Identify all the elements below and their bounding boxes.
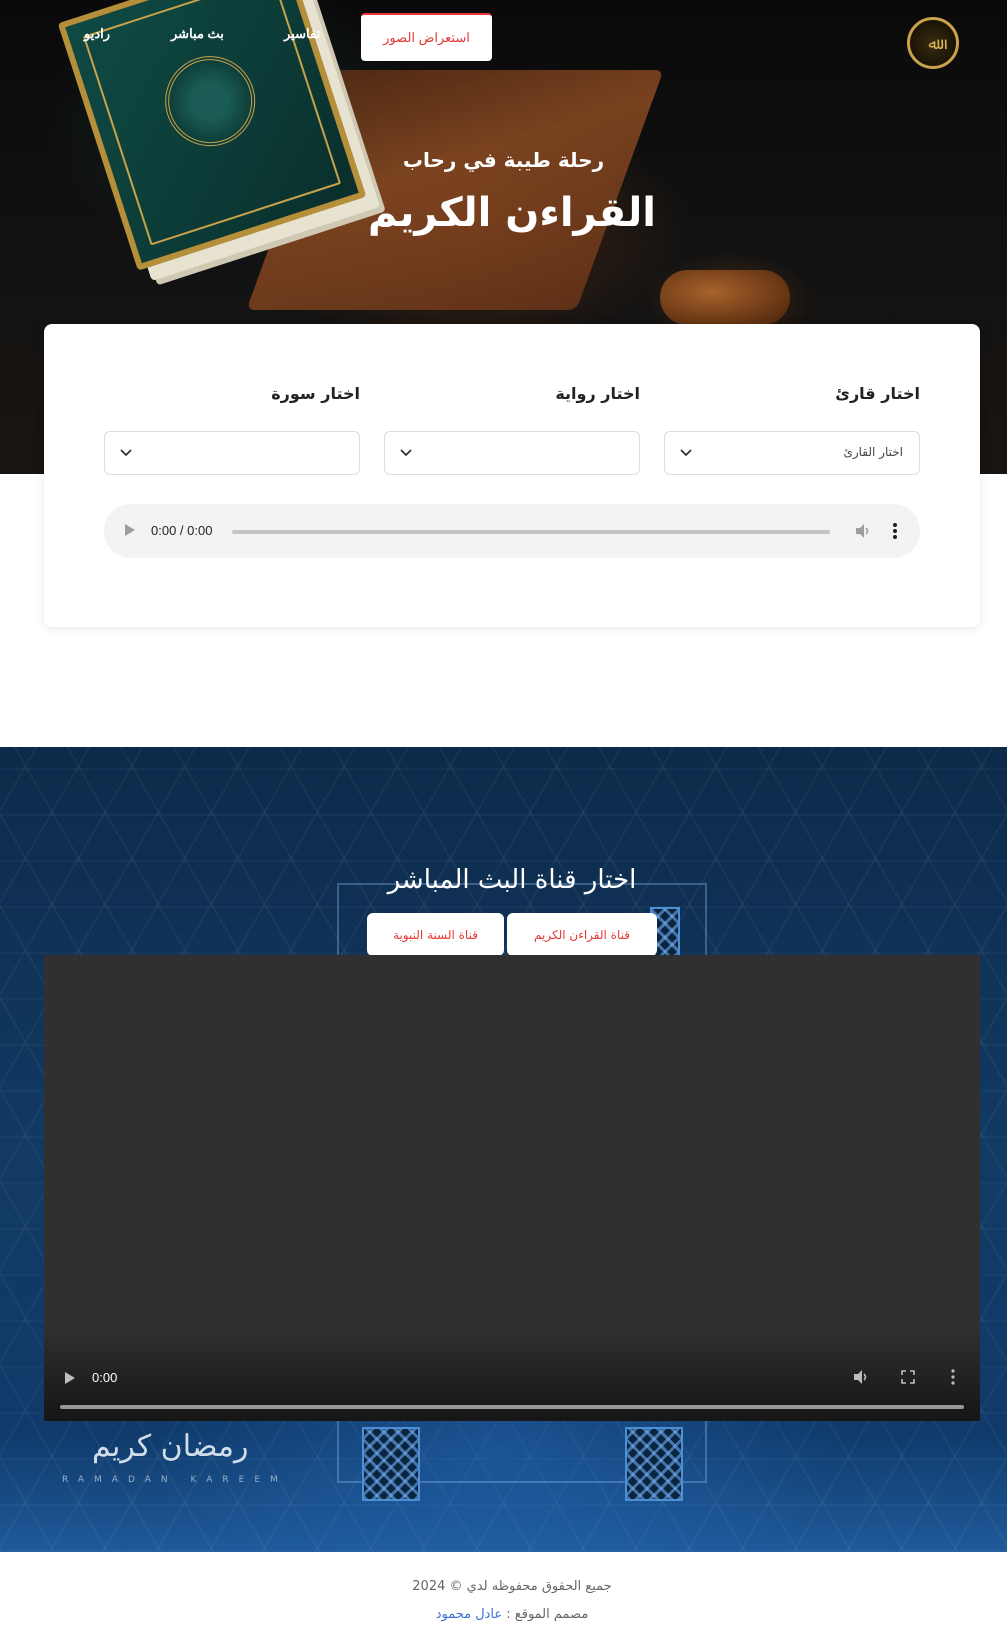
play-icon[interactable] — [64, 1371, 76, 1385]
quran-channel-button[interactable]: قناة القراءن الكريم — [507, 913, 657, 956]
top-nav: استعراض الصور تفاسير بث مباشر راديو — [0, 0, 1007, 70]
more-options-icon[interactable] — [950, 1368, 956, 1386]
site-footer: جميع الحقوق محفوظه لدي © 2024 مصمم الموق… — [0, 1552, 1007, 1649]
ramadan-calligraphy: رمضان كريم — [92, 1429, 249, 1464]
audio-time: 0:00 / 0:00 — [151, 523, 213, 538]
hero-subtitle: رحلة طيبة في رحاب — [402, 148, 605, 172]
reciter-select-value: اختار القارئ — [843, 445, 903, 459]
volume-icon[interactable] — [854, 522, 872, 540]
volume-icon[interactable] — [852, 1368, 870, 1386]
chevron-down-icon — [680, 449, 692, 457]
surah-label: اختار سورة — [271, 384, 360, 403]
hero-title: القراءن الكريم — [368, 190, 656, 236]
rewaya-select[interactable] — [384, 431, 640, 475]
play-icon[interactable] — [124, 523, 136, 537]
reciter-label: اختار قارئ — [835, 384, 920, 403]
fullscreen-icon[interactable] — [901, 1370, 915, 1384]
live-stream-section: رمضان كريم RAMADAN KAREEM اختار قناة الب… — [0, 747, 1007, 1552]
live-section-title: اختار قناة البث المباشر — [387, 865, 637, 895]
video-progress[interactable] — [60, 1405, 964, 1409]
nav-tafaseer[interactable]: تفاسير — [284, 26, 320, 42]
site-logo[interactable]: ﷲ — [907, 17, 959, 69]
audio-player-card: اختار قارئ اختار رواية اختار سورة اختار … — [44, 324, 980, 627]
chevron-down-icon — [120, 449, 132, 457]
nav-gallery-tab[interactable]: استعراض الصور — [361, 13, 492, 61]
copyright-text: جميع الحقوق محفوظه لدي © 2024 — [412, 1579, 612, 1594]
dates-image — [660, 270, 790, 325]
ramadan-calligraphy-sub: RAMADAN KAREEM — [62, 1475, 288, 1485]
designer-label: مصمم الموقع : — [506, 1607, 589, 1622]
chevron-down-icon — [400, 449, 412, 457]
live-video-player[interactable]: 0:00 — [44, 955, 980, 1421]
designer-credit: مصمم الموقع : عادل محمود — [0, 1607, 1007, 1622]
audio-player[interactable]: 0:00 / 0:00 — [104, 504, 920, 558]
window-decoration — [362, 1427, 420, 1501]
nav-live[interactable]: بث مباشر — [171, 26, 224, 42]
sunnah-channel-button[interactable]: قناة السنة النبوية — [367, 913, 504, 956]
designer-link[interactable]: عادل محمود — [436, 1607, 502, 1622]
surah-select[interactable] — [104, 431, 360, 475]
reciter-select[interactable]: اختار القارئ — [664, 431, 920, 475]
audio-progress[interactable] — [232, 530, 830, 534]
window-decoration — [625, 1427, 683, 1501]
more-options-icon[interactable] — [892, 521, 898, 541]
nav-radio[interactable]: راديو — [84, 26, 110, 42]
logo-glyph: ﷲ — [928, 33, 938, 53]
video-time: 0:00 — [92, 1370, 118, 1385]
rewaya-label: اختار رواية — [555, 384, 640, 403]
